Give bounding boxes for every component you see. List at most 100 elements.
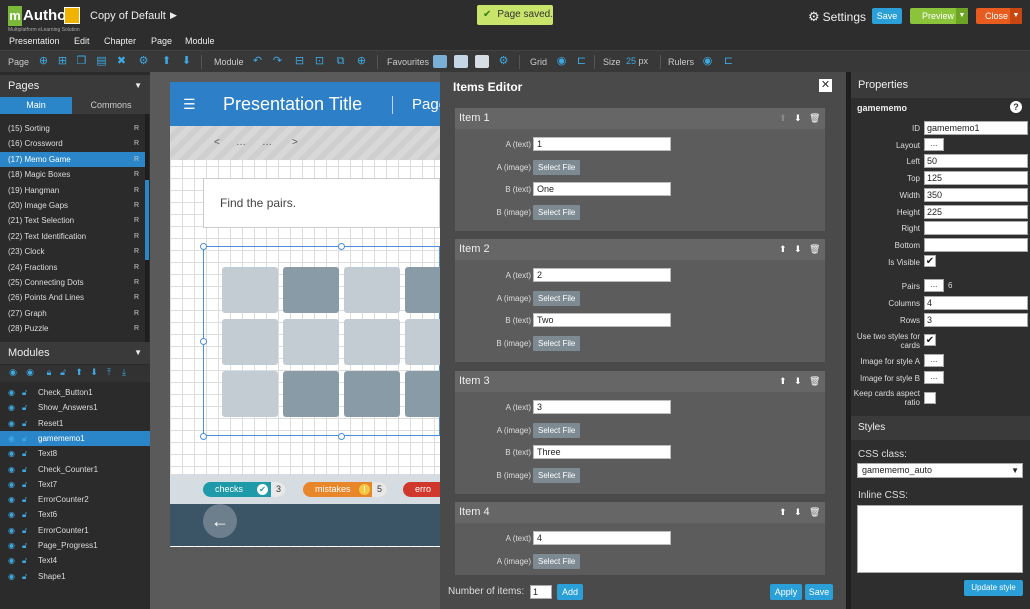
- two-styles-checkbox[interactable]: ✔: [924, 334, 936, 346]
- memo-card[interactable]: [283, 267, 339, 313]
- a-image-select-file-button[interactable]: Select File: [533, 159, 581, 175]
- page-list-item[interactable]: (15) Sorting R: [0, 121, 145, 136]
- tab-main[interactable]: Main: [0, 97, 72, 114]
- bottom-input[interactable]: [924, 238, 1028, 252]
- lock-icon[interactable]: 🔓︎: [22, 523, 27, 538]
- b-text-input[interactable]: [533, 313, 671, 327]
- visibility-eye-icon[interactable]: ◉: [8, 492, 15, 507]
- lock-icon[interactable]: 🔓︎: [22, 553, 27, 568]
- hamburger-menu-icon[interactable]: ☰: [183, 96, 196, 113]
- favourites-settings-gear-icon[interactable]: ⚙: [497, 55, 510, 68]
- grid-visibility-eye-icon[interactable]: ◉: [555, 55, 568, 68]
- lock-icon[interactable]: 🔓︎: [22, 492, 27, 507]
- left-input[interactable]: [924, 154, 1028, 168]
- move-down-icon[interactable]: ⬇: [794, 239, 802, 260]
- move-up-icon[interactable]: ⬆: [779, 502, 787, 523]
- layout-button[interactable]: ...: [924, 138, 944, 151]
- module-list-item[interactable]: ◉ 🔓︎ gamememo1: [0, 430, 150, 446]
- page-list-item[interactable]: (21) Text Selection R: [0, 213, 145, 228]
- lock-icon[interactable]: 🔓︎: [22, 385, 27, 400]
- page-list-item[interactable]: (28) Puzzle R: [0, 321, 145, 336]
- lock-icon[interactable]: 🔓︎: [22, 416, 27, 431]
- lock-icon[interactable]: 🔓︎: [22, 569, 27, 584]
- b-text-input[interactable]: [533, 182, 671, 196]
- visibility-eye-icon[interactable]: ◉: [8, 462, 15, 477]
- move-bottom-icon[interactable]: ⤓: [119, 367, 129, 378]
- memo-card[interactable]: [344, 319, 400, 365]
- page-list-item[interactable]: (25) Connecting Dots R: [0, 275, 145, 290]
- a-text-input[interactable]: [533, 531, 671, 545]
- width-input[interactable]: [924, 188, 1028, 202]
- memo-card[interactable]: [405, 371, 440, 417]
- visibility-eye-icon[interactable]: ◉: [8, 523, 15, 538]
- save-button[interactable]: Save: [872, 8, 902, 24]
- document-menu-arrow-icon[interactable]: ▶: [170, 10, 177, 21]
- module-list-item[interactable]: ◉ 🔓︎ Text8: [0, 446, 150, 461]
- redo-icon[interactable]: ↷: [271, 55, 284, 68]
- trash-icon[interactable]: 🗑︎: [809, 502, 820, 523]
- move-down-icon[interactable]: ⬇: [180, 55, 193, 68]
- move-top-icon[interactable]: ⤒: [104, 367, 114, 378]
- module-list-item[interactable]: ◉ 🔓︎ Text7: [0, 477, 150, 492]
- module-list-item[interactable]: ◉ 🔓︎ Reset1: [0, 416, 150, 431]
- lock-all-icon[interactable]: 🔒︎: [44, 367, 54, 378]
- module-list-item[interactable]: ◉ 🔓︎ Text4: [0, 553, 150, 568]
- add-items-button[interactable]: Add: [557, 584, 583, 600]
- editor-save-button[interactable]: Save: [805, 584, 833, 600]
- visibility-eye-icon[interactable]: ◉: [8, 385, 15, 400]
- visibility-eye-icon[interactable]: ◉: [8, 431, 15, 446]
- css-class-select[interactable]: gamememo_auto ▼: [857, 463, 1023, 478]
- nav-ellipsis[interactable]: …: [236, 137, 246, 148]
- memo-card[interactable]: [405, 319, 440, 365]
- a-image-select-file-button[interactable]: Select File: [533, 553, 581, 569]
- distribute-icon[interactable]: ⊡: [313, 55, 326, 68]
- module-list-item[interactable]: ◉ 🔓︎ ErrorCounter1: [0, 523, 150, 538]
- paste-page-icon[interactable]: ▤: [95, 55, 108, 68]
- modules-panel-header[interactable]: Modules ▼: [0, 342, 150, 364]
- abc-module-icon[interactable]: [475, 55, 489, 68]
- module-list-item[interactable]: ◉ 🔓︎ Show_Answers1: [0, 400, 150, 415]
- page-list-item[interactable]: (17) Memo Game R: [0, 151, 145, 167]
- resize-handle[interactable]: [200, 338, 207, 345]
- resize-handle[interactable]: [338, 433, 345, 440]
- resize-handle[interactable]: [200, 433, 207, 440]
- show-all-eye-icon[interactable]: ◉: [8, 367, 18, 378]
- align-icon[interactable]: ⊟: [293, 55, 306, 68]
- module-list-item[interactable]: ◉ 🔓︎ Shape1: [0, 569, 150, 584]
- nav-ellipsis[interactable]: …: [262, 137, 272, 148]
- lock-icon[interactable]: 🔓︎: [22, 507, 27, 522]
- visibility-eye-icon[interactable]: ◉: [8, 538, 15, 553]
- move-down-icon[interactable]: ⬇: [794, 108, 802, 129]
- page-list-item[interactable]: (20) Image Gaps R: [0, 198, 145, 213]
- pages-panel-header[interactable]: Pages ▼: [0, 75, 150, 97]
- lock-icon[interactable]: 🔓︎: [22, 462, 27, 477]
- menu-chapter[interactable]: Chapter: [104, 36, 136, 46]
- memo-card[interactable]: [222, 371, 278, 417]
- image-module-icon[interactable]: [433, 55, 447, 68]
- resize-handle[interactable]: [338, 243, 345, 250]
- help-icon[interactable]: ?: [1010, 101, 1022, 113]
- visibility-eye-icon[interactable]: ◉: [8, 569, 15, 584]
- add-module-icon[interactable]: ⊕: [355, 55, 368, 68]
- page-list-item[interactable]: (18) Magic Boxes R: [0, 167, 145, 182]
- memo-card[interactable]: [283, 319, 339, 365]
- rulers-snap-icon[interactable]: ⊏: [722, 55, 735, 68]
- grid-snap-icon[interactable]: ⊏: [575, 55, 588, 68]
- image-style-b-button[interactable]: ...: [924, 371, 944, 384]
- module-list-item[interactable]: ◉ 🔓︎ Check_Button1: [0, 385, 150, 400]
- right-input[interactable]: [924, 221, 1028, 235]
- a-image-select-file-button[interactable]: Select File: [533, 290, 581, 306]
- rows-input[interactable]: [924, 313, 1028, 327]
- is-visible-checkbox[interactable]: ✔: [924, 255, 936, 267]
- lock-icon[interactable]: 🔓︎: [22, 477, 27, 492]
- keep-aspect-checkbox[interactable]: [924, 392, 936, 404]
- page-list-item[interactable]: (22) Text Identification R: [0, 229, 145, 244]
- module-list-item[interactable]: ◉ 🔓︎ Check_Counter1: [0, 462, 150, 477]
- b-image-select-file-button[interactable]: Select File: [533, 335, 581, 351]
- add-chapter-icon[interactable]: ⊞: [56, 55, 69, 68]
- id-input[interactable]: [924, 121, 1028, 135]
- page-list-item[interactable]: (19) Hangman R: [0, 183, 145, 198]
- lock-icon[interactable]: 🔓︎: [22, 446, 27, 461]
- module-list-item[interactable]: ◉ 🔓︎ Text6: [0, 507, 150, 522]
- inline-css-textarea[interactable]: [857, 505, 1023, 573]
